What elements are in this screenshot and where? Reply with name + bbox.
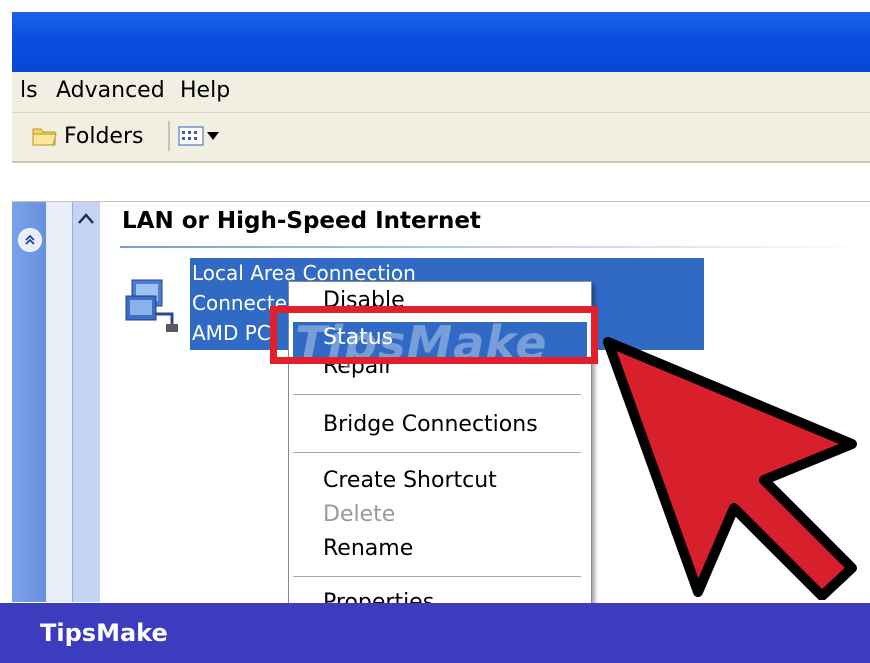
menu-tools[interactable]: ls bbox=[20, 78, 38, 103]
pointer-arrow-icon bbox=[603, 337, 857, 600]
group-header-bar bbox=[72, 202, 101, 602]
menu-separator bbox=[293, 452, 581, 453]
views-grid-icon bbox=[178, 126, 204, 146]
toolbar: Folders bbox=[12, 113, 870, 163]
views-button[interactable] bbox=[178, 123, 228, 149]
menu-advanced[interactable]: Advanced bbox=[56, 78, 165, 103]
tasks-pane bbox=[12, 202, 46, 602]
group-divider bbox=[120, 246, 870, 248]
network-connection-icon bbox=[125, 279, 178, 332]
chevron-down-icon bbox=[207, 132, 219, 140]
group-heading: LAN or High-Speed Internet bbox=[122, 208, 481, 234]
explorer-window: ls Advanced Help Folders LAN or High-Spe… bbox=[0, 0, 870, 663]
folder-icon bbox=[32, 128, 57, 146]
address-bar[interactable] bbox=[12, 163, 870, 202]
menu-separator bbox=[293, 394, 581, 395]
menu-item-bridge-connections[interactable]: Bridge Connections bbox=[323, 412, 538, 437]
collapse-icon[interactable] bbox=[18, 228, 42, 252]
menu-help[interactable]: Help bbox=[180, 78, 230, 103]
menu-bar: ls Advanced Help bbox=[12, 72, 870, 113]
menu-separator bbox=[293, 576, 581, 577]
chevron-up-icon[interactable] bbox=[75, 208, 97, 230]
footer-bar: TipsMake bbox=[0, 603, 870, 663]
menu-item-delete: Delete bbox=[323, 502, 396, 527]
annotation-highlight-box bbox=[270, 306, 598, 364]
folders-label: Folders bbox=[64, 123, 144, 149]
toolbar-separator bbox=[168, 121, 170, 151]
scrollbar-track[interactable] bbox=[46, 202, 72, 602]
folders-button[interactable]: Folders bbox=[32, 121, 143, 151]
menu-item-create-shortcut[interactable]: Create Shortcut bbox=[323, 468, 497, 493]
title-bar[interactable] bbox=[12, 12, 870, 72]
menu-item-rename[interactable]: Rename bbox=[323, 536, 413, 561]
footer-brand: TipsMake bbox=[40, 619, 168, 647]
